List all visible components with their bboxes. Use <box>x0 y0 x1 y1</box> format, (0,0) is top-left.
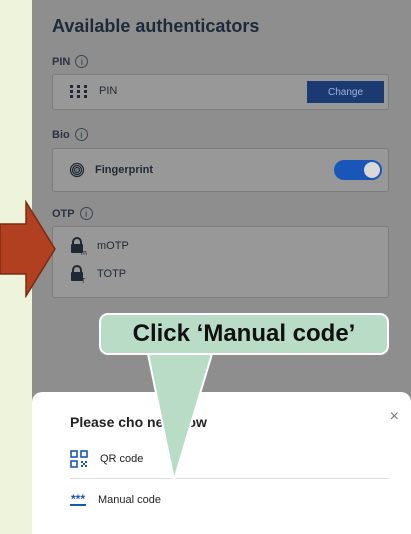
otp-info-icon[interactable]: i <box>79 207 93 220</box>
bio-section-label: Bio i <box>52 128 88 141</box>
fingerprint-toggle[interactable] <box>334 160 382 180</box>
qr-code-icon <box>70 450 88 468</box>
fingerprint-label: Fingerprint <box>95 164 154 176</box>
totp-lock-icon: T <box>71 265 86 283</box>
motp-lock-icon: m <box>71 237 87 255</box>
otp-item-motp[interactable]: m mOTP <box>69 237 129 255</box>
totp-label: TOTP <box>97 268 127 280</box>
otp-item-totp[interactable]: T TOTP <box>69 265 126 283</box>
pin-item-label: PIN <box>99 85 118 97</box>
svg-text:m: m <box>81 250 87 255</box>
change-pin-button[interactable]: Change <box>307 81 384 103</box>
page-title: Available authenticators <box>52 16 260 36</box>
instruction-callout: Click ‘Manual code’ <box>99 313 389 355</box>
pin-section-label: PIN i <box>52 55 89 68</box>
motp-label: mOTP <box>97 240 129 252</box>
manual-code-icon: *** <box>70 492 87 506</box>
manual-code-label: Manual code <box>98 494 162 506</box>
fingerprint-icon <box>69 162 85 178</box>
otp-section-label: OTP i <box>52 207 93 220</box>
close-icon[interactable]: × <box>390 408 399 426</box>
bio-info-icon[interactable]: i <box>74 128 88 141</box>
bio-card: Fingerprint <box>52 148 389 192</box>
callout-tail <box>147 352 213 481</box>
qr-code-option[interactable]: QR code <box>70 450 143 468</box>
pointer-arrow <box>0 200 56 298</box>
pin-info-icon[interactable]: i <box>75 55 89 68</box>
svg-text:T: T <box>81 278 86 283</box>
manual-code-option[interactable]: *** Manual code <box>70 492 162 506</box>
pin-card: PIN Change <box>52 74 389 110</box>
qr-code-label: QR code <box>100 453 144 465</box>
pin-keypad-icon <box>70 85 87 98</box>
otp-card: m mOTP T TOTP <box>52 226 389 298</box>
